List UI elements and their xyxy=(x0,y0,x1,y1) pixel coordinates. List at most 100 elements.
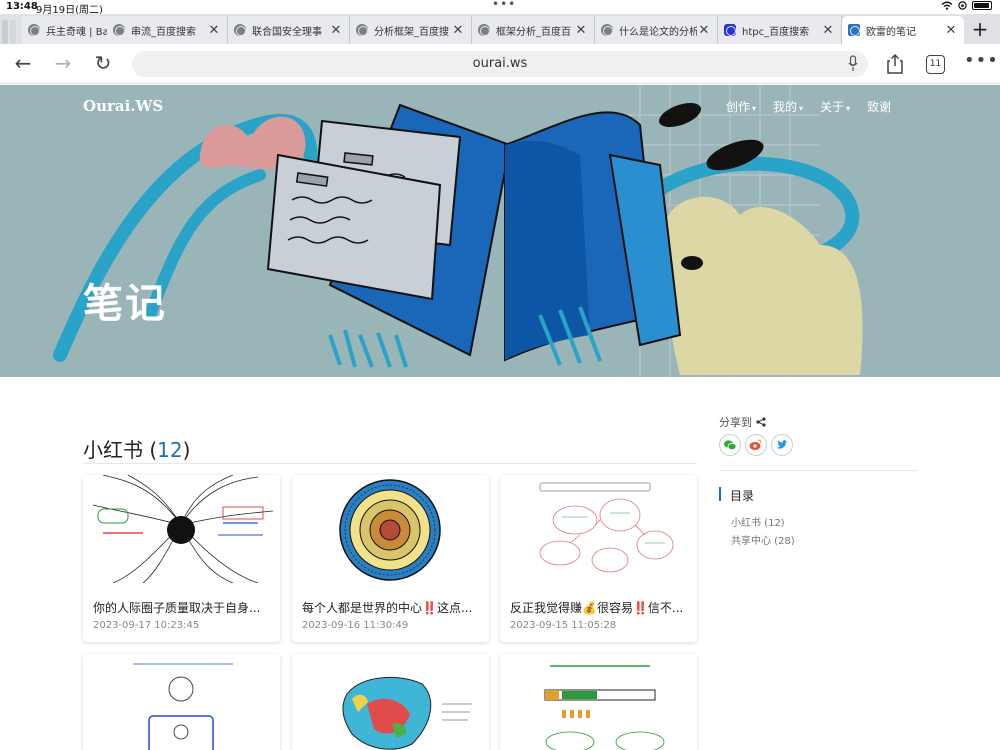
map-illustration xyxy=(342,676,472,750)
nav-label: 创作 xyxy=(726,100,751,114)
note-title[interactable]: 每个人都是世界的中心‼️这点... xyxy=(302,599,480,616)
share-weibo-button[interactable] xyxy=(745,434,767,456)
microphone-icon[interactable] xyxy=(848,55,858,72)
note-card[interactable]: 你的人际圈子质量取决于自身... 2023-09-17 10:23:45 xyxy=(83,475,280,642)
tab-label: 什么是论文的分析 xyxy=(619,26,697,38)
page-title: 笔记 xyxy=(83,281,167,327)
tab-strip: 兵主奇魂 | Ba ✕ 串流_百度搜索 ✕ 联合国安全理事 ✕ 分析框架_百度搜… xyxy=(0,14,1000,44)
note-title[interactable]: 反正我觉得赚💰很容易‼️信不... xyxy=(510,599,688,616)
tab-label: htpc_百度搜索 xyxy=(742,26,810,38)
nav-label: 关于 xyxy=(820,100,845,114)
section-paren-open: ( xyxy=(143,438,158,462)
close-tab-icon[interactable]: ✕ xyxy=(821,23,835,38)
browser-tab[interactable]: 框架分析_百度百 ✕ xyxy=(472,16,595,44)
close-tab-icon[interactable]: ✕ xyxy=(207,23,221,38)
site-logo[interactable]: Ourai.WS xyxy=(83,97,163,115)
baidu-icon xyxy=(724,24,736,36)
circles-illustration xyxy=(339,479,441,581)
battery-icon xyxy=(972,1,992,10)
address-bar[interactable]: ourai.ws xyxy=(132,51,868,77)
browser-tab[interactable]: 什么是论文的分析 ✕ xyxy=(595,16,718,44)
section-heading: 小红书 (12) xyxy=(83,434,190,463)
globe-icon xyxy=(478,24,490,36)
status-time: 13:48 xyxy=(6,1,38,12)
divider xyxy=(719,470,918,471)
globe-icon xyxy=(356,24,368,36)
browser-tab[interactable]: 联合国安全理事 ✕ xyxy=(228,16,350,44)
close-tab-icon[interactable]: ✕ xyxy=(329,23,343,38)
note-thumbnail xyxy=(292,475,489,583)
orientation-lock-icon xyxy=(958,1,967,10)
note-card[interactable]: 每个人都是世界的中心‼️这点... 2023-09-16 11:30:49 xyxy=(292,475,489,642)
close-tab-icon[interactable]: ✕ xyxy=(574,23,588,38)
status-bar: 13:48 9月19日(周二) ••• xyxy=(0,0,1000,16)
wifi-icon xyxy=(941,1,953,10)
more-menu-icon[interactable]: ••• xyxy=(964,50,999,71)
globe-icon xyxy=(113,24,125,36)
close-tab-icon[interactable]: ✕ xyxy=(451,23,465,38)
note-card[interactable] xyxy=(292,654,489,750)
nav-item-create[interactable]: 创作 ▾ xyxy=(726,98,756,115)
tab-count-button[interactable]: 11 xyxy=(926,55,945,74)
toc-item[interactable]: 小红书 (12) xyxy=(731,514,785,529)
note-thumbnail xyxy=(500,654,697,750)
note-date: 2023-09-15 11:05:28 xyxy=(510,620,617,631)
note-card[interactable] xyxy=(500,654,697,750)
ourai-icon xyxy=(848,24,860,36)
toc-title: 目录 xyxy=(730,489,755,503)
nav-item-mine[interactable]: 我的 ▾ xyxy=(773,98,803,115)
toc-item[interactable]: 共享中心 (28) xyxy=(731,532,795,547)
back-button[interactable]: ← xyxy=(10,52,36,76)
share-label-text: 分享到 xyxy=(719,416,752,429)
section-paren-close: ) xyxy=(182,438,191,462)
share-nodes-icon xyxy=(756,417,766,427)
weibo-icon xyxy=(749,439,762,450)
note-date: 2023-09-17 10:23:45 xyxy=(93,620,200,631)
close-tab-icon[interactable]: ✕ xyxy=(697,23,711,38)
status-indicators xyxy=(941,1,992,10)
share-icon[interactable] xyxy=(885,53,905,75)
share-label: 分享到 xyxy=(719,414,766,430)
tab-label: 分析框架_百度搜 xyxy=(374,26,449,38)
share-wechat-button[interactable] xyxy=(719,434,741,456)
tab-label: 框架分析_百度百 xyxy=(496,26,571,38)
caret-down-icon: ▾ xyxy=(752,104,757,113)
note-thumbnail xyxy=(292,654,489,750)
new-tab-button[interactable]: + xyxy=(964,18,996,42)
tab-label: 联合国安全理事 xyxy=(252,26,322,38)
twitter-icon xyxy=(777,440,788,449)
sketch-illustration xyxy=(92,475,274,584)
note-card[interactable]: 反正我觉得赚💰很容易‼️信不... 2023-09-15 11:05:28 xyxy=(500,475,697,642)
progress-sketch-illustration xyxy=(544,665,665,750)
section-name: 小红书 xyxy=(83,438,143,462)
multitasking-dots-icon[interactable]: ••• xyxy=(492,0,516,11)
hero-banner: Ourai.WS 创作 ▾ 我的 ▾ 关于 ▾ 致谢 笔记 xyxy=(0,85,1000,377)
section-count: 12 xyxy=(157,438,183,462)
forward-button[interactable]: → xyxy=(50,52,76,76)
browser-tab-active[interactable]: 欧雷的笔记 ✕ xyxy=(842,16,964,44)
tab-label: 串流_百度搜索 xyxy=(131,26,196,38)
note-title[interactable]: 你的人际圈子质量取决于自身... xyxy=(93,599,271,616)
nav-label: 我的 xyxy=(773,100,798,114)
reload-button[interactable]: ↻ xyxy=(90,52,116,76)
browser-tab[interactable]: 分析框架_百度搜 ✕ xyxy=(350,16,472,44)
note-thumbnail xyxy=(83,654,280,750)
nav-item-thanks[interactable]: 致谢 xyxy=(867,98,891,115)
tab-label: 欧雷的笔记 xyxy=(866,26,916,38)
browser-tab[interactable]: htpc_百度搜索 ✕ xyxy=(718,16,842,44)
hero-illustration xyxy=(0,85,1000,377)
character-sketch-illustration xyxy=(133,663,233,750)
share-twitter-button[interactable] xyxy=(771,434,793,456)
site-nav: 创作 ▾ 我的 ▾ 关于 ▾ 致谢 xyxy=(726,98,891,115)
tab-overflow-edge-icon[interactable] xyxy=(0,18,22,44)
browser-tab[interactable]: 串流_百度搜索 ✕ xyxy=(107,16,228,44)
note-card[interactable] xyxy=(83,654,280,750)
close-tab-icon[interactable]: ✕ xyxy=(944,23,958,38)
globe-icon xyxy=(234,24,246,36)
mindmap-illustration xyxy=(539,482,674,573)
caret-down-icon: ▾ xyxy=(846,104,851,113)
nav-item-about[interactable]: 关于 ▾ xyxy=(820,98,850,115)
note-thumbnail xyxy=(500,475,697,583)
toc-accent-bar xyxy=(719,487,721,501)
url-text[interactable]: ourai.ws xyxy=(132,56,868,71)
